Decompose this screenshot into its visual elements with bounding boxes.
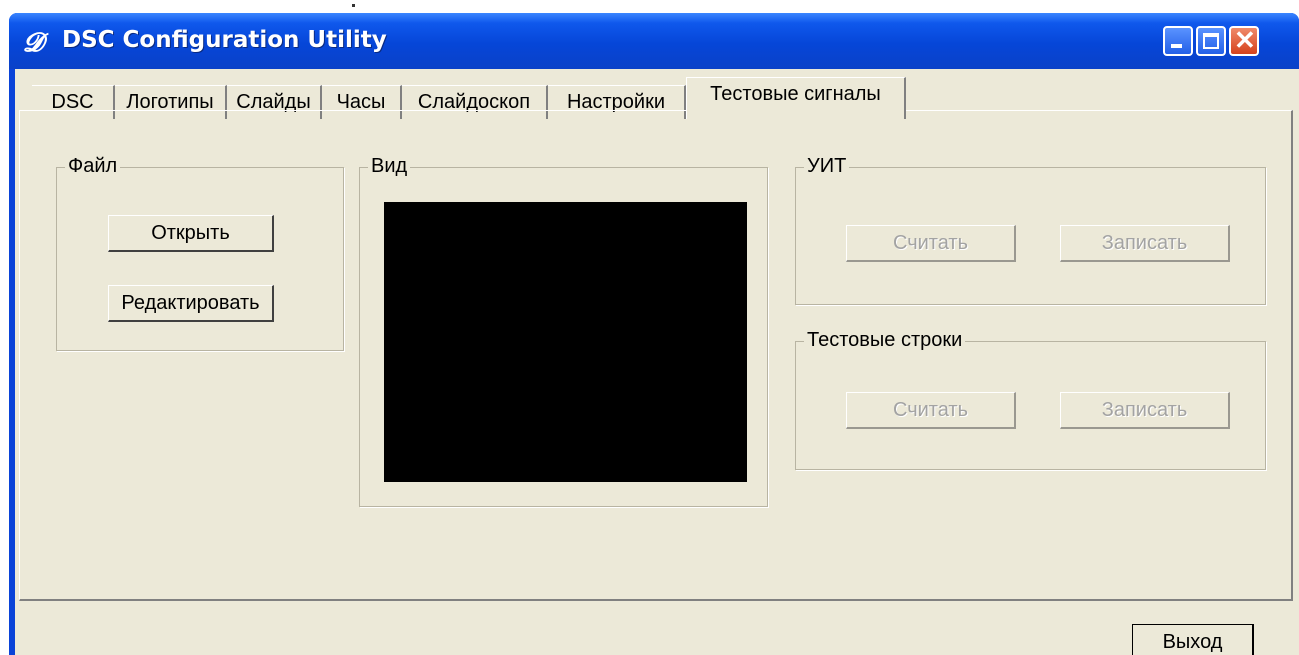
maximize-icon [1203,33,1219,49]
file-group: Файл Открыть Редактировать [56,155,344,351]
tab-test-signals[interactable]: Тестовые сигналы [686,77,906,119]
maximize-button[interactable] [1196,26,1226,56]
uit-group-legend: УИТ [804,155,850,178]
test-lines-group-legend: Тестовые строки [804,329,966,352]
tab-panel-test-signals: Файл Открыть Редактировать Вид УИТ Счита… [19,110,1293,601]
file-group-legend: Файл [65,155,121,178]
stray-mark [352,4,355,7]
close-button[interactable]: ✕ [1229,25,1259,56]
open-button[interactable]: Открыть [108,215,274,252]
close-icon: ✕ [1234,25,1256,55]
view-group-legend: Вид [368,155,411,178]
minimize-icon [1171,44,1182,48]
uit-group: УИТ Считать Записать [795,155,1266,305]
uit-read-button[interactable]: Считать [846,225,1016,262]
test-lines-write-button[interactable]: Записать [1060,392,1230,429]
app-window: 𝓓 DSC Configuration Utility ✕ DSC Логоти… [9,13,1299,655]
edit-button[interactable]: Редактировать [108,285,274,322]
app-logo-icon[interactable]: 𝓓 [23,28,57,58]
preview-area [384,202,747,482]
view-group: Вид [359,155,768,507]
test-lines-read-button[interactable]: Считать [846,392,1016,429]
test-lines-group: Тестовые строки Считать Записать [795,329,1266,470]
exit-button[interactable]: Выход [1132,624,1254,655]
window-title: DSC Configuration Utility [62,27,387,53]
title-bar[interactable]: 𝓓 DSC Configuration Utility ✕ [9,13,1299,69]
minimize-button[interactable] [1163,26,1193,56]
client-area: DSC Логотипы Слайды Часы Слайдоскоп Наст… [15,69,1299,655]
uit-write-button[interactable]: Записать [1060,225,1230,262]
